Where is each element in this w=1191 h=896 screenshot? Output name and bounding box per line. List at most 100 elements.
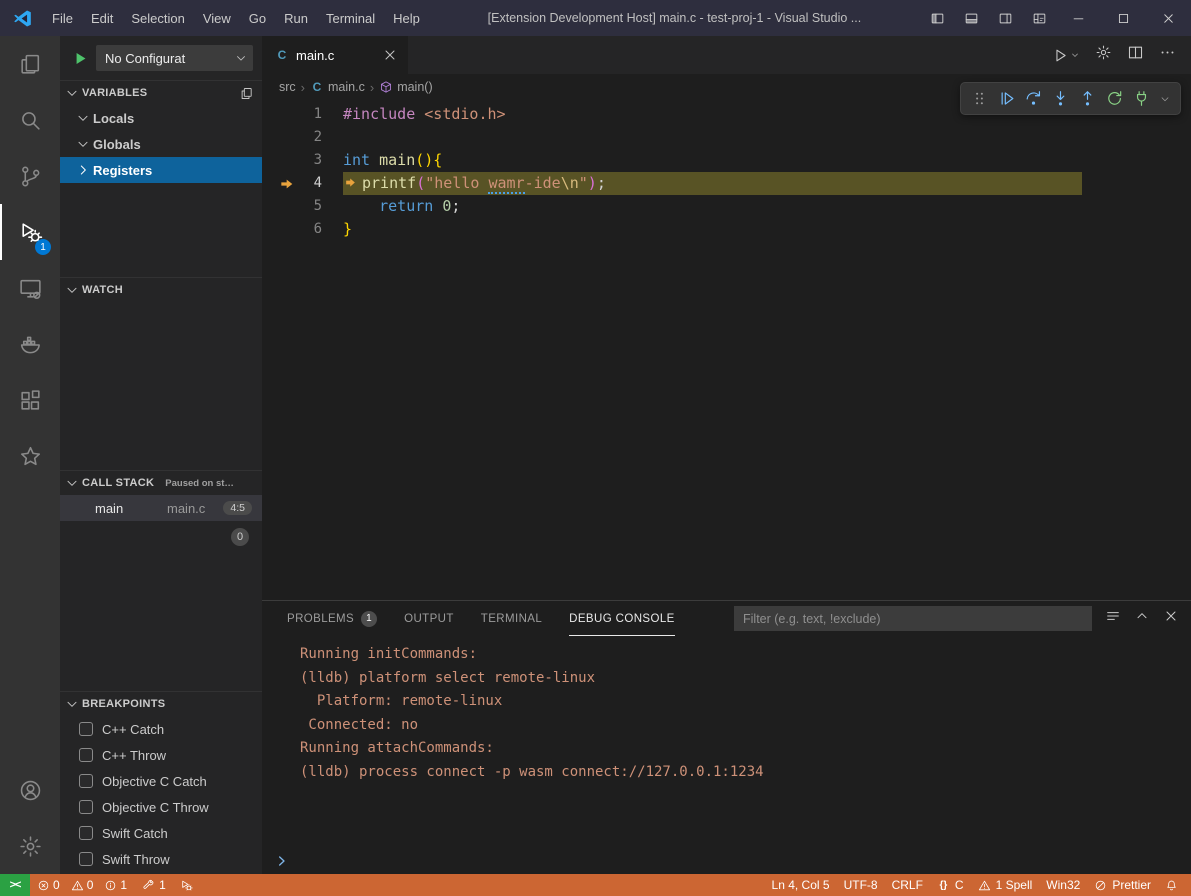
breakpoint-gutter[interactable] — [262, 218, 296, 241]
chevron-down-icon — [234, 51, 248, 65]
activity-run-debug[interactable]: 1 — [0, 204, 60, 260]
launch-config-dropdown[interactable]: No Configurat — [96, 45, 253, 71]
menu-run[interactable]: Run — [275, 0, 317, 36]
status-tools[interactable]: 1 — [134, 874, 173, 896]
maximize-panel-button[interactable] — [1134, 608, 1150, 629]
debug-step-into-button[interactable] — [1051, 89, 1070, 108]
variables-item-globals[interactable]: Globals — [60, 131, 262, 157]
menu-terminal[interactable]: Terminal — [317, 0, 384, 36]
checkbox[interactable] — [79, 748, 93, 762]
checkbox[interactable] — [79, 826, 93, 840]
checkbox[interactable] — [79, 800, 93, 814]
layout-sidebar-button[interactable] — [920, 0, 954, 36]
layout-panel-button[interactable] — [954, 0, 988, 36]
remote-indicator[interactable]: >< — [0, 874, 30, 896]
panel-tab-problems[interactable]: PROBLEMS1 — [287, 601, 377, 636]
status-language-mode[interactable]: {}C — [930, 874, 971, 896]
activity-source-control[interactable] — [0, 148, 60, 204]
status-platform[interactable]: Win32 — [1039, 874, 1087, 896]
activity-extensions[interactable] — [0, 372, 60, 428]
close-panel-button[interactable] — [1163, 608, 1179, 629]
debug-disconnect-button[interactable] — [1132, 89, 1151, 108]
watch-header[interactable]: WATCH — [60, 278, 262, 302]
settings-gear-button[interactable] — [1095, 44, 1112, 66]
menu-file[interactable]: File — [43, 0, 82, 36]
minimize-button[interactable] — [1056, 0, 1101, 36]
breakpoint-swift-catch[interactable]: Swift Catch — [60, 820, 262, 846]
activity-docker[interactable] — [0, 316, 60, 372]
frame-position-badge: 4:5 — [223, 501, 252, 515]
panel-menu-button[interactable] — [1105, 608, 1121, 629]
activity-remote-explorer[interactable] — [0, 260, 60, 316]
breakpoint-gutter[interactable] — [262, 103, 296, 126]
menu-view[interactable]: View — [194, 0, 240, 36]
debug-launch-bar: No Configurat — [60, 36, 262, 80]
call-stack-header[interactable]: CALL STACK Paused on st… — [60, 471, 262, 495]
console-filter-input[interactable] — [734, 606, 1092, 631]
status-encoding[interactable]: UTF-8 — [837, 874, 885, 896]
close-button[interactable] — [1146, 0, 1191, 36]
breadcrumb-item-src[interactable]: src — [279, 80, 296, 94]
maximize-button[interactable] — [1101, 0, 1146, 36]
status-cursor-position[interactable]: Ln 4, Col 5 — [765, 874, 837, 896]
panel-tab-debug-console[interactable]: DEBUG CONSOLE — [569, 601, 675, 636]
activity-explorer[interactable] — [0, 36, 60, 92]
debug-drag-grip-button[interactable] — [970, 89, 989, 108]
panel-tab-terminal[interactable]: TERMINAL — [481, 601, 542, 636]
tab-main-c[interactable]: Cmain.c — [262, 36, 408, 74]
debug-restart-button[interactable] — [1105, 89, 1124, 108]
status-notifications[interactable] — [1158, 874, 1185, 896]
breadcrumb-label: main.c — [328, 80, 365, 94]
checkbox[interactable] — [79, 774, 93, 788]
breakpoint-objective-c-catch[interactable]: Objective C Catch — [60, 768, 262, 794]
status-problems[interactable]: 001 — [30, 874, 134, 896]
breakpoint-c-throw[interactable]: C++ Throw — [60, 742, 262, 768]
debug-chevron-down-button[interactable] — [1159, 93, 1171, 105]
menu-go[interactable]: Go — [240, 0, 275, 36]
variables-item-locals[interactable]: Locals — [60, 105, 262, 131]
status-prettier[interactable]: Prettier — [1087, 874, 1158, 896]
debug-step-out-button[interactable] — [1078, 89, 1097, 108]
menu-selection[interactable]: Selection — [122, 0, 193, 36]
breakpoint-gutter[interactable] — [262, 126, 296, 149]
status-spell[interactable]: 1 Spell — [971, 874, 1040, 896]
debug-console-input[interactable] — [274, 853, 290, 869]
breakpoint-gutter[interactable] — [262, 195, 296, 218]
split-editor-button[interactable] — [1127, 44, 1144, 66]
layout-sidebar-right-button[interactable] — [988, 0, 1022, 36]
checkbox[interactable] — [79, 722, 93, 736]
breadcrumb-item-main-c[interactable]: Cmain.c — [310, 80, 365, 94]
more-actions-button[interactable] — [1159, 44, 1176, 66]
stack-frame-row[interactable]: main main.c 4:5 — [60, 495, 262, 521]
debug-step-over-button[interactable] — [1024, 89, 1043, 108]
breakpoints-header[interactable]: BREAKPOINTS — [60, 692, 262, 716]
breakpoint-swift-throw[interactable]: Swift Throw — [60, 846, 262, 872]
status-debug-status[interactable] — [173, 874, 200, 896]
checkbox[interactable] — [79, 852, 93, 866]
play-outline-icon — [1052, 47, 1069, 64]
breakpoint-gutter[interactable] — [262, 172, 296, 195]
breakpoint-objective-c-throw[interactable]: Objective C Throw — [60, 794, 262, 820]
activity-star[interactable] — [0, 428, 60, 484]
start-debug-button[interactable] — [72, 50, 89, 67]
panel-header: PROBLEMS1 OUTPUT TERMINAL DEBUG CONSOLE — [262, 601, 1191, 636]
copy-icon[interactable] — [239, 86, 254, 101]
activity-settings[interactable] — [0, 818, 60, 874]
code-editor[interactable]: 1#include <stdio.h>23int main(){4printf(… — [262, 100, 1191, 600]
status-eol[interactable]: CRLF — [885, 874, 930, 896]
menu-help[interactable]: Help — [384, 0, 429, 36]
layout-customize-button[interactable] — [1022, 0, 1056, 36]
breakpoint-gutter[interactable] — [262, 149, 296, 172]
menu-edit[interactable]: Edit — [82, 0, 122, 36]
activity-accounts[interactable] — [0, 762, 60, 818]
breakpoint-c-catch[interactable]: C++ Catch — [60, 716, 262, 742]
variables-item-registers[interactable]: Registers — [60, 157, 262, 183]
variables-header[interactable]: VARIABLES — [60, 81, 262, 105]
breadcrumb-item-main[interactable]: main() — [379, 80, 432, 94]
editor: Cmain.c src›Cmain.c›main() 1#include <st… — [262, 36, 1191, 600]
activity-search[interactable] — [0, 92, 60, 148]
close-tab-icon[interactable] — [382, 47, 398, 63]
debug-continue-button[interactable] — [997, 89, 1016, 108]
run-or-debug-button[interactable] — [1052, 47, 1080, 64]
panel-tab-output[interactable]: OUTPUT — [404, 601, 454, 636]
